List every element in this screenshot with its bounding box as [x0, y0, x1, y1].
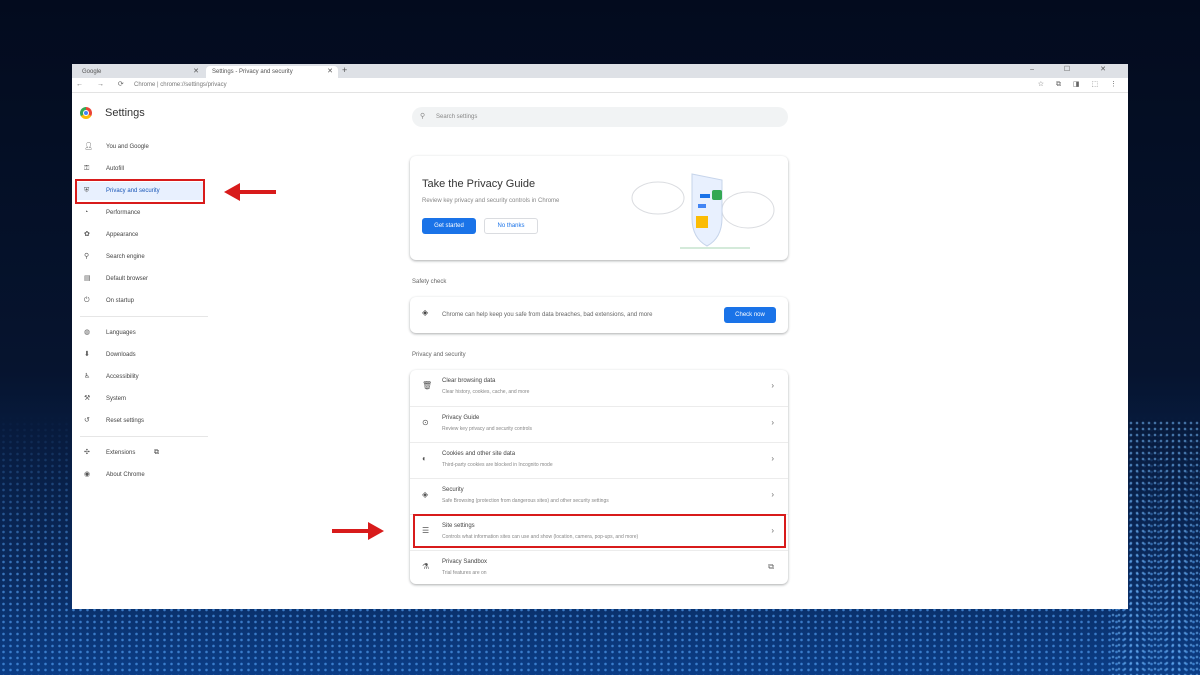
chevron-right-icon: › — [771, 454, 774, 463]
search-icon: ⚲ — [84, 253, 90, 260]
external-link-icon: ⧉ — [154, 449, 159, 456]
row-title: Privacy Sandbox — [442, 559, 488, 565]
search-placeholder: Search settings — [436, 114, 478, 120]
chrome-icon: ◉ — [84, 471, 91, 478]
puzzle-icon: ✣ — [84, 449, 90, 456]
no-thanks-button[interactable]: No thanks — [484, 218, 538, 234]
trash-icon: 🗑︎ — [422, 381, 433, 390]
sidebar-item-system[interactable]: ⚒ System — [76, 390, 204, 408]
page-title: Settings — [105, 107, 145, 119]
navigation-icons[interactable]: ← → ⟳ — [76, 80, 130, 88]
divider — [80, 316, 208, 317]
chevron-right-icon: › — [771, 490, 774, 499]
toolbar-icons[interactable]: ☆ ⧉ ◨ ⬚ ⋮ — [1038, 80, 1122, 89]
get-started-button[interactable]: Get started — [422, 218, 476, 234]
row-security[interactable]: ◈ Security Safe Browsing (protection fro… — [410, 478, 788, 514]
close-icon[interactable]: ✕ — [327, 66, 333, 78]
speedometer-icon: ◔ — [84, 209, 89, 216]
arrow-right-to-site-settings — [332, 522, 384, 540]
sidebar-item-performance[interactable]: ◔ Performance — [76, 204, 204, 222]
search-icon: ⚲ — [420, 113, 426, 120]
row-subtitle: Review key privacy and security controls — [442, 426, 533, 432]
safety-check-text: Chrome can help keep you safe from data … — [442, 312, 653, 318]
window-controls[interactable]: – ☐ ✕ — [1030, 65, 1120, 73]
sidebar-item-search-engine[interactable]: ⚲ Search engine — [76, 248, 204, 266]
highlight-box-privacy — [75, 179, 205, 204]
close-icon[interactable]: ✕ — [193, 66, 199, 78]
row-subtitle: Safe Browsing (protection from dangerous… — [442, 498, 609, 504]
accessibility-icon: ♿︎ — [84, 373, 91, 380]
row-subtitle: Trial features are on — [442, 570, 487, 576]
row-privacy-guide[interactable]: ⊙ Privacy Guide Review key privacy and s… — [410, 406, 788, 442]
flask-icon: ⚗ — [422, 562, 430, 571]
divider — [80, 436, 208, 437]
privacy-settings-list: 🗑︎ Clear browsing data Clear history, co… — [410, 370, 788, 584]
row-subtitle: Clear history, cookies, cache, and more — [442, 389, 530, 395]
external-link-icon: ⧉ — [768, 562, 774, 571]
highlight-box-site-settings — [413, 514, 786, 548]
tab-google[interactable]: Google ✕ — [76, 66, 204, 78]
chevron-right-icon: › — [771, 418, 774, 427]
globe-icon: ◍ — [84, 329, 91, 336]
sidebar-item-downloads[interactable]: ⬇ Downloads — [76, 346, 204, 364]
row-subtitle: Third-party cookies are blocked in Incog… — [442, 462, 553, 468]
sidebar-item-autofill[interactable]: ⚿ Autofill — [76, 160, 204, 178]
person-icon: 👤︎ — [84, 143, 93, 150]
tab-settings[interactable]: Settings - Privacy and security ✕ — [206, 66, 338, 78]
sidebar-item-on-startup[interactable]: ⏻ On startup — [76, 292, 204, 310]
arrow-shaft — [332, 529, 370, 533]
tab-label: Google — [82, 69, 102, 75]
tab-bar: Google ✕ Settings - Privacy and security ✕… — [72, 64, 1128, 78]
chrome-logo-icon — [80, 107, 92, 119]
compass-icon: ⊙ — [422, 418, 429, 427]
privacy-guide-description: Review key privacy and security controls… — [422, 198, 560, 204]
reset-icon: ↺ — [84, 417, 90, 424]
wrench-icon: ⚒ — [84, 395, 91, 402]
sidebar-item-extensions[interactable]: ✣ Extensions ⧉ — [76, 444, 204, 462]
arrow-head — [368, 522, 384, 540]
row-title: Privacy Guide — [442, 415, 480, 421]
browser-window: Google ✕ Settings - Privacy and security ✕… — [72, 64, 1128, 609]
privacy-section-heading: Privacy and security — [412, 352, 466, 358]
download-icon: ⬇ — [84, 351, 90, 358]
safety-check-card: ◈ Chrome can help keep you safe from dat… — [410, 297, 788, 333]
privacy-guide-title: Take the Privacy Guide — [422, 178, 536, 190]
arrow-shaft — [238, 190, 276, 194]
security-icon: ◈ — [422, 490, 429, 499]
check-now-button[interactable]: Check now — [724, 307, 776, 323]
palette-icon: ✿ — [84, 231, 90, 238]
row-title: Cookies and other site data — [442, 451, 516, 457]
sidebar-item-languages[interactable]: ◍ Languages — [76, 324, 204, 342]
settings-header: Settings — [80, 107, 145, 119]
sidebar-item-default-browser[interactable]: ▤ Default browser — [76, 270, 204, 288]
cookie-icon: ◐ — [422, 454, 427, 463]
url-field[interactable]: Chrome | chrome://settings/privacy — [134, 80, 1074, 90]
sidebar-item-reset-settings[interactable]: ↺ Reset settings — [76, 412, 204, 430]
address-bar: ← → ⟳ Chrome | chrome://settings/privacy… — [72, 78, 1128, 93]
safety-check-heading: Safety check — [412, 279, 447, 285]
privacy-guide-card: Take the Privacy Guide Review key privac… — [410, 156, 788, 260]
row-privacy-sandbox[interactable]: ⚗ Privacy Sandbox Trial features are on … — [410, 550, 788, 586]
sidebar-item-about-chrome[interactable]: ◉ About Chrome — [76, 466, 204, 484]
row-title: Security — [442, 487, 464, 493]
privacy-guide-illustration — [631, 173, 775, 249]
arrow-left-to-privacy — [224, 183, 276, 201]
shield-check-icon: ◈ — [422, 308, 429, 317]
arrow-head — [224, 183, 240, 201]
new-tab-button[interactable]: + — [342, 65, 347, 75]
sidebar-item-you-and-google[interactable]: 👤︎ You and Google — [76, 138, 204, 156]
browser-icon: ▤ — [84, 275, 91, 282]
chevron-right-icon: › — [771, 381, 774, 390]
key-icon: ⚿ — [84, 165, 90, 172]
row-cookies[interactable]: ◐ Cookies and other site data Third-part… — [410, 442, 788, 478]
sidebar-item-appearance[interactable]: ✿ Appearance — [76, 226, 204, 244]
row-title: Clear browsing data — [442, 378, 496, 384]
tab-label: Settings - Privacy and security — [212, 69, 293, 75]
sidebar-item-accessibility[interactable]: ♿︎ Accessibility — [76, 368, 204, 386]
row-clear-browsing-data[interactable]: 🗑︎ Clear browsing data Clear history, co… — [410, 370, 788, 406]
search-input[interactable]: ⚲ Search settings — [412, 107, 788, 127]
power-icon: ⏻ — [84, 297, 90, 304]
